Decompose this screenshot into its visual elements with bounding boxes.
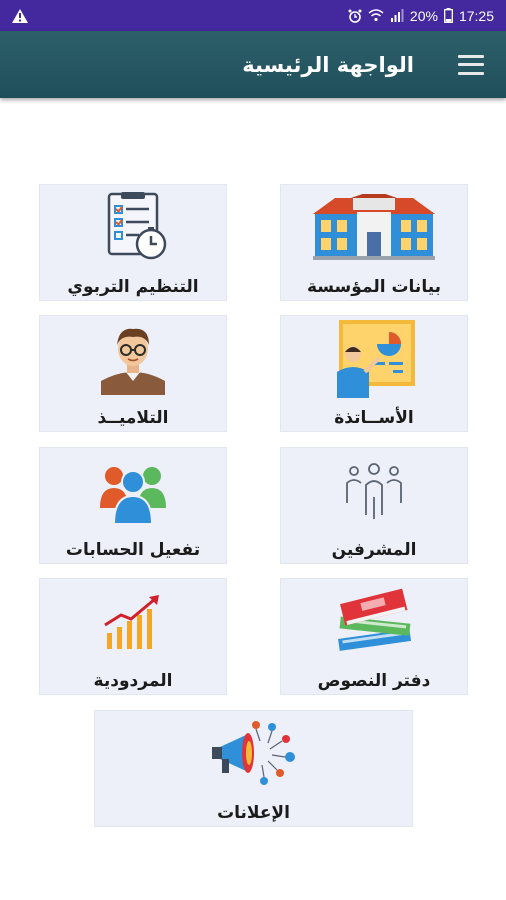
tile-textbook-log[interactable]: دفتر النصوص: [280, 578, 468, 695]
tile-announcements[interactable]: الإعلانات: [94, 710, 413, 827]
status-left: [12, 8, 28, 23]
signal-icon: [390, 9, 404, 22]
tile-educational-organization[interactable]: التنظيم التربوي: [39, 184, 227, 301]
growth-chart-icon: [68, 585, 198, 657]
student-icon: [68, 322, 198, 395]
wifi-icon: [368, 9, 384, 22]
tile-label: تفعيل الحسابات: [65, 540, 201, 560]
teacher-board-icon: [309, 320, 439, 398]
status-bar: 20% 17:25: [0, 0, 506, 31]
tile-supervisors[interactable]: المشرفين: [280, 447, 468, 564]
warning-triangle-icon: [12, 8, 28, 23]
tile-students[interactable]: التلاميــذ: [39, 315, 227, 432]
tile-label: المشرفين: [331, 540, 417, 560]
app-bar: الواجهة الرئيسية: [0, 31, 506, 98]
tile-activate-accounts[interactable]: تفعيل الحسابات: [39, 447, 227, 564]
battery-icon: [444, 8, 453, 23]
tile-label: دفتر النصوص: [317, 671, 431, 691]
tile-label: الإعلانات: [217, 803, 290, 823]
tile-institution-data[interactable]: بيانات المؤسسة: [280, 184, 468, 301]
checklist-clock-icon: [68, 191, 198, 263]
tile-label: التلاميــذ: [97, 408, 169, 428]
school-building-icon: [309, 191, 439, 263]
megaphone-icon: [189, 717, 319, 789]
alarm-icon: [348, 9, 362, 23]
tile-label: الأســاتذة: [334, 408, 414, 428]
hamburger-menu-icon[interactable]: [458, 54, 484, 75]
books-stack-icon: [309, 585, 439, 657]
battery-percent: 20%: [409, 7, 438, 24]
tile-label: التنظيم التربوي: [67, 277, 199, 297]
tile-label: المردودية: [93, 671, 173, 691]
page-title: الواجهة الرئيسية: [242, 52, 414, 77]
clock-time: 17:25: [458, 7, 494, 24]
status-right: 20% 17:25: [348, 8, 494, 24]
tile-performance[interactable]: المردودية: [39, 578, 227, 695]
tile-teachers[interactable]: الأســاتذة: [280, 315, 468, 432]
tile-label: بيانات المؤسسة: [306, 277, 442, 297]
users-group-icon: [68, 454, 198, 526]
supervisors-group-icon: [309, 454, 439, 526]
